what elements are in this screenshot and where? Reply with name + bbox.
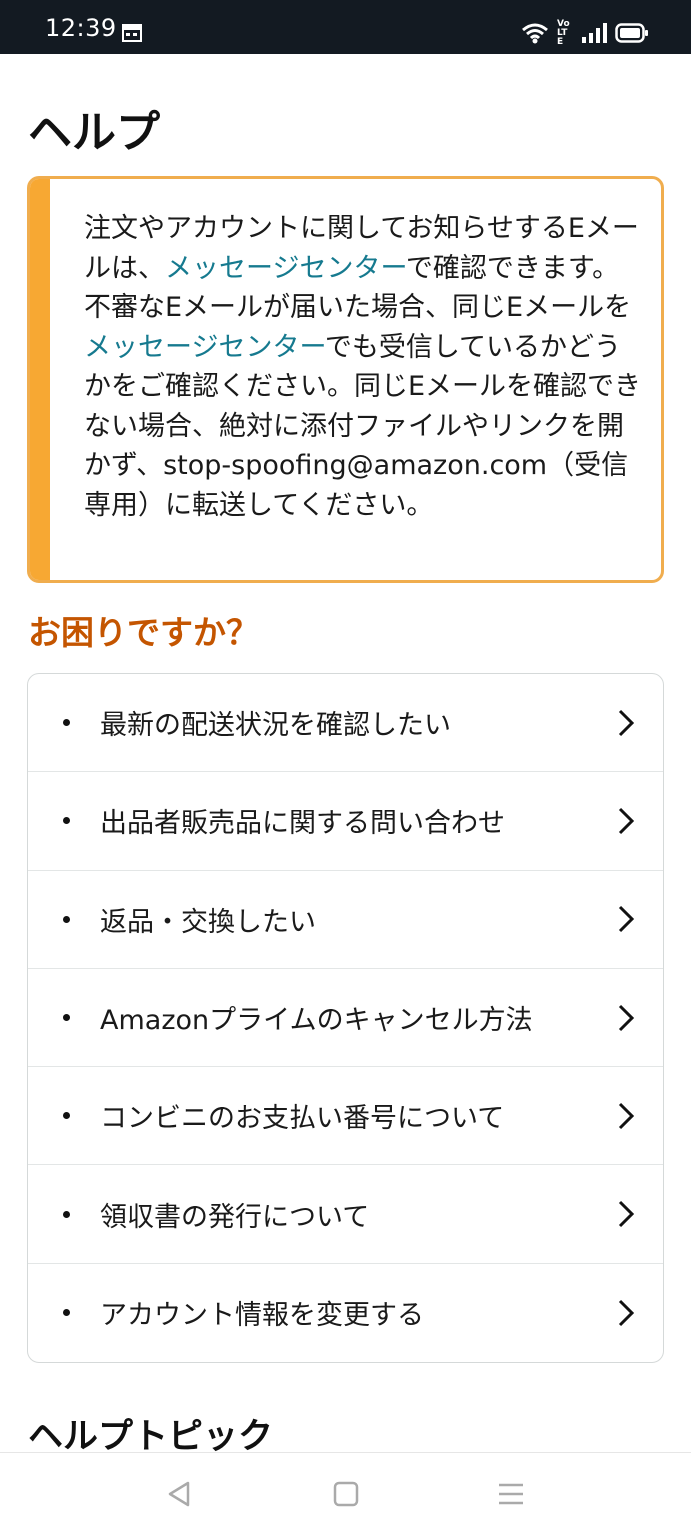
- chevron-right-icon: [618, 1201, 635, 1228]
- help-item-label: 最新の配送状況を確認したい: [100, 710, 451, 742]
- battery-icon: [615, 23, 648, 43]
- message-center-link[interactable]: メッセージセンター: [165, 253, 406, 284]
- home-square-icon[interactable]: [331, 1479, 361, 1509]
- spoofing-alert: 注文やアカウントに関してお知らせするEメールは、メッセージセンターで確認できます…: [27, 176, 664, 583]
- help-item-label: 領収書の発行について: [100, 1201, 370, 1233]
- signal-icon: [582, 23, 607, 43]
- status-bar: 12:39 Vo LTE: [0, 0, 691, 54]
- alert-message: 注文やアカウントに関してお知らせするEメールは、メッセージセンターで確認できます…: [84, 209, 644, 525]
- page-title: ヘルプ: [28, 107, 160, 158]
- help-item-convenience-payment[interactable]: コンビニのお支払い番号について: [28, 1067, 663, 1166]
- calendar-icon: [122, 24, 142, 42]
- help-heading: お困りですか？: [28, 613, 259, 652]
- message-center-link[interactable]: メッセージセンター: [84, 332, 325, 363]
- bullet-icon: [63, 1112, 70, 1120]
- help-item-label: 出品者販売品に関する問い合わせ: [100, 808, 505, 840]
- help-item-account-info[interactable]: アカウント情報を変更する: [28, 1264, 663, 1362]
- help-list: 最新の配送状況を確認したい 出品者販売品に関する問い合わせ 返品・交換したい A…: [27, 673, 664, 1363]
- status-icons: Vo LTE: [521, 18, 649, 47]
- bullet-icon: [63, 915, 70, 923]
- menu-lines-icon[interactable]: [496, 1479, 526, 1509]
- bullet-icon: [63, 1014, 70, 1022]
- help-item-label: コンビニのお支払い番号について: [100, 1103, 505, 1135]
- status-time: 12:39: [45, 14, 117, 42]
- bullet-icon: [63, 817, 70, 825]
- bullet-icon: [63, 1309, 70, 1317]
- chevron-right-icon: [618, 1102, 635, 1129]
- volte-icon: Vo LTE: [557, 18, 570, 47]
- help-item-receipt[interactable]: 領収書の発行について: [28, 1165, 663, 1264]
- help-item-returns[interactable]: 返品・交換したい: [28, 871, 663, 969]
- bullet-icon: [63, 1210, 70, 1218]
- bullet-icon: [63, 719, 70, 727]
- chevron-right-icon: [618, 709, 635, 736]
- help-item-label: Amazonプライムのキャンセル方法: [100, 1005, 533, 1037]
- wifi-icon: [522, 23, 548, 44]
- system-nav-bar: [0, 1452, 691, 1536]
- help-item-delivery-status[interactable]: 最新の配送状況を確認したい: [28, 674, 663, 773]
- help-item-prime-cancel[interactable]: Amazonプライムのキャンセル方法: [28, 969, 663, 1068]
- alert-accent-bar: [30, 179, 50, 580]
- chevron-right-icon: [618, 1004, 635, 1031]
- help-item-label: 返品・交換したい: [100, 906, 316, 938]
- help-item-seller-inquiry[interactable]: 出品者販売品に関する問い合わせ: [28, 772, 663, 871]
- chevron-right-icon: [618, 906, 635, 933]
- help-item-label: アカウント情報を変更する: [100, 1300, 424, 1332]
- chevron-right-icon: [618, 807, 635, 834]
- back-triangle-icon[interactable]: [164, 1479, 194, 1509]
- chevron-right-icon: [618, 1299, 635, 1326]
